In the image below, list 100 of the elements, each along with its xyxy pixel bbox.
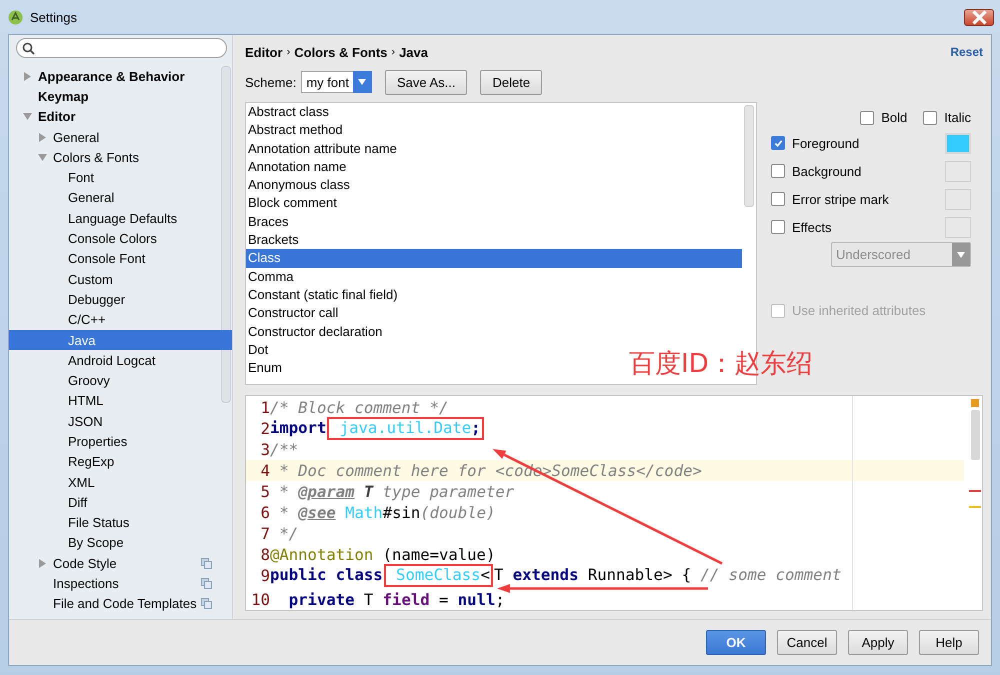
- expanded-arrow-icon[interactable]: [38, 152, 47, 162]
- code-token: T: [362, 590, 374, 608]
- close-icon: [972, 10, 986, 25]
- code-token: import: [270, 419, 326, 437]
- collapsed-arrow-icon[interactable]: [38, 132, 47, 142]
- checkbox[interactable]: [771, 220, 785, 234]
- list-item[interactable]: Comma: [246, 268, 298, 286]
- line-number: 10: [250, 590, 270, 608]
- error-stripe-marker[interactable]: [969, 506, 981, 508]
- list-item[interactable]: Constant (static final field): [246, 286, 402, 304]
- dialog-button[interactable]: Cancel: [777, 630, 837, 655]
- tree-item[interactable]: Keymap: [9, 86, 232, 107]
- collapsed-arrow-icon[interactable]: [23, 72, 32, 81]
- checkbox[interactable]: [860, 110, 874, 124]
- list-item[interactable]: Dot: [246, 340, 272, 360]
- tree-item[interactable]: By Scope: [9, 532, 232, 554]
- code-token: type parameter: [382, 482, 514, 500]
- checkbox-label: Italic: [944, 110, 971, 125]
- list-item[interactable]: Class: [246, 249, 742, 268]
- line-number: 3: [260, 440, 270, 458]
- code-token: field: [382, 590, 430, 608]
- tree-item[interactable]: XML: [9, 472, 232, 492]
- tree-item[interactable]: Debugger: [9, 289, 232, 310]
- window-title: Settings: [30, 10, 77, 24]
- tree-item[interactable]: Properties: [9, 431, 232, 452]
- checkbox[interactable]: [771, 164, 785, 178]
- checkbox-label: Use inherited attributes: [792, 303, 926, 318]
- close-button[interactable]: [964, 9, 994, 26]
- scrollbar-thumb[interactable]: [971, 410, 980, 460]
- tree-item[interactable]: General: [9, 126, 232, 148]
- caret-icon: [358, 79, 366, 85]
- scrollbar[interactable]: [221, 66, 231, 403]
- breadcrumb-separator: ›: [286, 46, 290, 58]
- error-stripe-marker[interactable]: [969, 490, 981, 492]
- list-item[interactable]: Abstract method: [246, 121, 347, 140]
- tree-item[interactable]: Language Defaults: [9, 208, 232, 228]
- color-swatch[interactable]: [945, 160, 971, 182]
- line-number: 4: [260, 462, 270, 480]
- tree-item[interactable]: Console Colors: [9, 228, 232, 249]
- scheme-button[interactable]: Delete: [480, 70, 542, 94]
- list-item[interactable]: Constructor declaration: [246, 322, 386, 341]
- scheme-button[interactable]: Save As...: [384, 70, 468, 94]
- checkbox[interactable]: [771, 192, 785, 206]
- tree-item[interactable]: Colors & Fonts: [9, 147, 232, 168]
- expanded-arrow-icon[interactable]: [23, 112, 32, 122]
- list-item[interactable]: Enum: [246, 359, 286, 378]
- tree-item[interactable]: File and Code Templates: [9, 594, 232, 614]
- tree-item[interactable]: Font: [9, 167, 232, 188]
- tree-item[interactable]: File Status: [9, 512, 232, 533]
- tree-item[interactable]: Editor: [9, 106, 232, 127]
- checkbox[interactable]: [771, 136, 785, 150]
- list-item[interactable]: Brackets: [246, 231, 303, 250]
- tree-item[interactable]: Groovy: [9, 370, 232, 391]
- code-token: Math: [344, 504, 383, 522]
- collapsed-arrow-icon[interactable]: [38, 558, 47, 568]
- scrollbar-thumb[interactable]: [744, 105, 754, 207]
- checkbox[interactable]: [923, 110, 938, 124]
- tree-item[interactable]: Diff: [9, 492, 232, 513]
- code-token: ;: [495, 590, 505, 608]
- tree-item[interactable]: C/C++: [9, 310, 232, 330]
- list-item[interactable]: Anonymous class: [246, 176, 354, 194]
- code-token: /**: [270, 440, 298, 458]
- list-item[interactable]: Braces: [246, 212, 292, 232]
- code-token: <: [480, 566, 490, 584]
- tree-item[interactable]: RegExp: [9, 452, 232, 472]
- tree-item[interactable]: Appearance & Behavior: [9, 66, 232, 86]
- dialog-button[interactable]: Apply: [848, 630, 908, 655]
- code-token: T: [494, 566, 504, 584]
- tree-item[interactable]: JSON: [9, 411, 232, 432]
- tree-item[interactable]: Custom: [9, 268, 232, 290]
- scheme-dropdown[interactable]: my font: [301, 71, 372, 93]
- checkbox-label: Effects: [792, 220, 832, 234]
- tree-item[interactable]: Code Style: [9, 553, 232, 574]
- list-item[interactable]: Constructor call: [246, 304, 342, 323]
- reset-link[interactable]: Reset: [950, 45, 983, 59]
- dialog-button[interactable]: OK: [706, 630, 766, 655]
- list-item[interactable]: Abstract class: [246, 103, 333, 122]
- line-number: 7: [260, 524, 270, 542]
- color-swatch[interactable]: [945, 188, 971, 210]
- tree-item[interactable]: Android Logcat: [9, 350, 232, 370]
- line-number: 6: [260, 504, 270, 522]
- line-number: 2: [260, 420, 270, 438]
- code-token: null: [458, 590, 496, 608]
- search-icon: [22, 42, 35, 54]
- code-token: // some comment: [700, 566, 842, 584]
- tree-item[interactable]: HTML: [9, 390, 232, 412]
- tree-item[interactable]: Console Font: [9, 248, 232, 269]
- dialog-button[interactable]: Help: [919, 630, 979, 655]
- search-field[interactable]: [16, 38, 227, 58]
- color-swatch[interactable]: [945, 132, 971, 154]
- color-swatch[interactable]: [945, 216, 971, 238]
- list-item[interactable]: Annotation name: [246, 158, 350, 176]
- checkbox-label: Bold: [881, 110, 908, 125]
- tree-item[interactable]: Java: [9, 330, 232, 350]
- list-item[interactable]: Annotation attribute name: [246, 140, 401, 158]
- checkbox-label: Error stripe mark: [792, 192, 889, 206]
- tree-item[interactable]: Inspections: [9, 573, 232, 594]
- tree-item[interactable]: General: [9, 188, 232, 208]
- list-item[interactable]: Block comment: [246, 194, 341, 213]
- breadcrumb-item: Editor: [245, 44, 283, 60]
